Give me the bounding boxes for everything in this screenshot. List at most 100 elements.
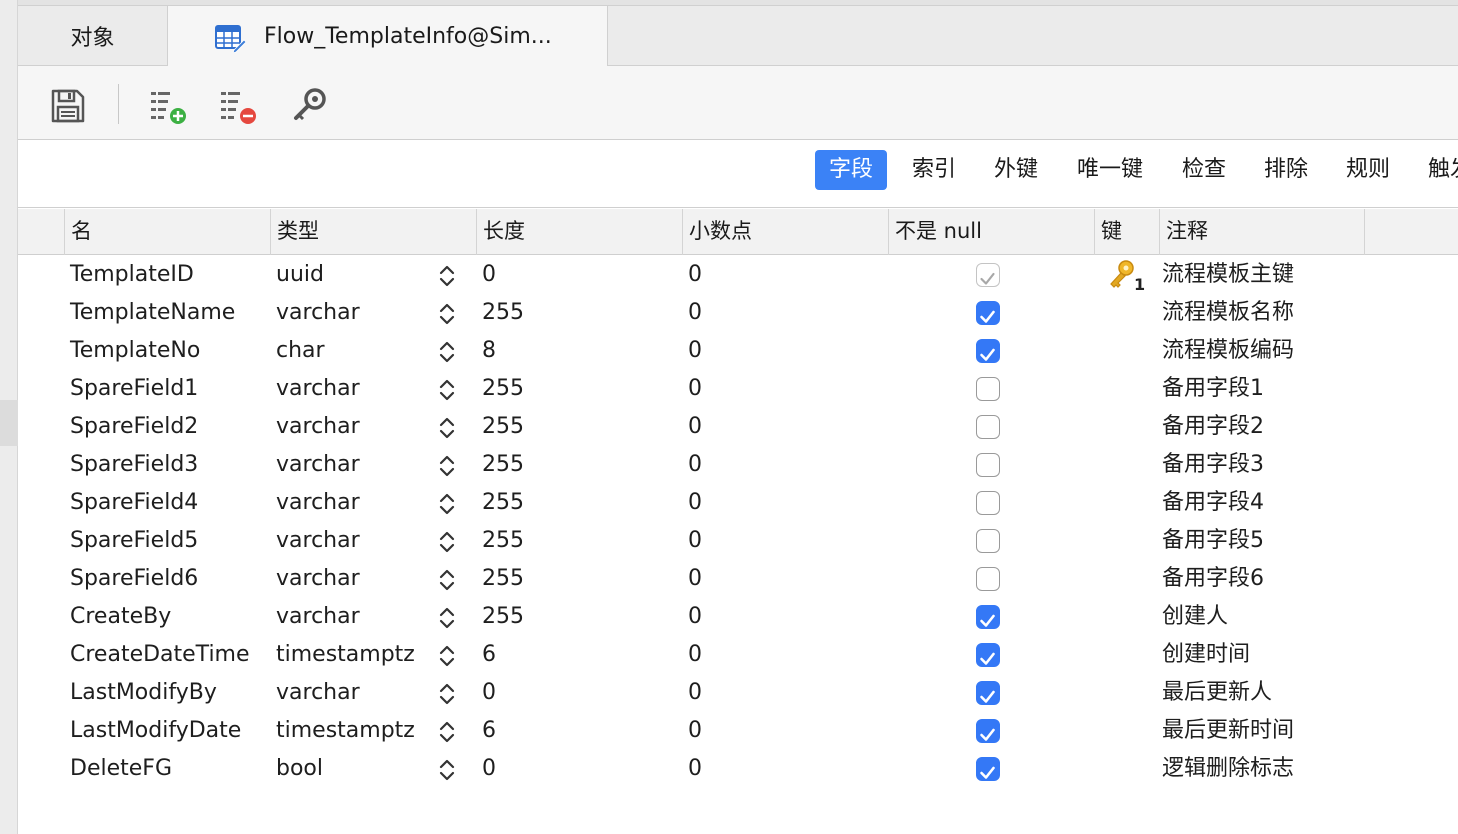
- field-name-cell[interactable]: DeleteFG: [70, 750, 172, 788]
- field-length-cell[interactable]: 255: [482, 446, 524, 484]
- not-null-checkbox[interactable]: [976, 719, 1000, 743]
- field-row[interactable]: SpareField6 varchar 255 0 备用字段6: [18, 560, 1458, 598]
- field-decimals-cell[interactable]: 0: [688, 712, 702, 750]
- not-null-checkbox[interactable]: [976, 529, 1000, 553]
- field-type-cell[interactable]: varchar: [276, 674, 360, 712]
- subtab-rules[interactable]: 规则: [1332, 150, 1404, 190]
- field-length-cell[interactable]: 6: [482, 712, 496, 750]
- field-comment-cell[interactable]: 流程模板主键: [1162, 256, 1294, 294]
- field-comment-cell[interactable]: 流程模板名称: [1162, 294, 1294, 332]
- type-stepper-icon[interactable]: [436, 491, 458, 517]
- type-stepper-icon[interactable]: [436, 453, 458, 479]
- field-comment-cell[interactable]: 备用字段1: [1162, 370, 1264, 408]
- subtab-fields[interactable]: 字段: [815, 150, 888, 190]
- field-decimals-cell[interactable]: 0: [688, 408, 702, 446]
- column-header-not-null[interactable]: 不是 null: [888, 209, 1094, 255]
- delete-field-icon[interactable]: [218, 86, 258, 126]
- column-header-key[interactable]: 键: [1094, 209, 1159, 255]
- field-decimals-cell[interactable]: 0: [688, 256, 702, 294]
- field-comment-cell[interactable]: 备用字段5: [1162, 522, 1264, 560]
- not-null-checkbox[interactable]: [976, 605, 1000, 629]
- type-stepper-icon[interactable]: [436, 339, 458, 365]
- subtab-indexes[interactable]: 索引: [898, 150, 970, 190]
- field-decimals-cell[interactable]: 0: [688, 560, 702, 598]
- field-name-cell[interactable]: SpareField3: [70, 446, 198, 484]
- field-row[interactable]: DeleteFG bool 0 0 逻辑删除标志: [18, 750, 1458, 788]
- field-name-cell[interactable]: SpareField6: [70, 560, 198, 598]
- type-stepper-icon[interactable]: [436, 415, 458, 441]
- not-null-checkbox[interactable]: [976, 491, 1000, 515]
- field-length-cell[interactable]: 255: [482, 598, 524, 636]
- field-type-cell[interactable]: varchar: [276, 408, 360, 446]
- field-length-cell[interactable]: 0: [482, 750, 496, 788]
- field-type-cell[interactable]: timestamptz: [276, 712, 415, 750]
- field-name-cell[interactable]: TemplateID: [70, 256, 194, 294]
- field-decimals-cell[interactable]: 0: [688, 484, 702, 522]
- type-stepper-icon[interactable]: [436, 605, 458, 631]
- type-stepper-icon[interactable]: [436, 301, 458, 327]
- not-null-checkbox[interactable]: [976, 681, 1000, 705]
- type-stepper-icon[interactable]: [436, 263, 458, 289]
- subtab-checks[interactable]: 检查: [1168, 150, 1240, 190]
- field-length-cell[interactable]: 255: [482, 560, 524, 598]
- field-length-cell[interactable]: 255: [482, 370, 524, 408]
- field-row[interactable]: LastModifyBy varchar 0 0 最后更新人: [18, 674, 1458, 712]
- field-comment-cell[interactable]: 逻辑删除标志: [1162, 750, 1294, 788]
- field-comment-cell[interactable]: 备用字段4: [1162, 484, 1264, 522]
- field-row[interactable]: SpareField5 varchar 255 0 备用字段5: [18, 522, 1458, 560]
- field-type-cell[interactable]: timestamptz: [276, 636, 415, 674]
- not-null-checkbox[interactable]: [976, 453, 1000, 477]
- field-row[interactable]: SpareField1 varchar 255 0 备用字段1: [18, 370, 1458, 408]
- field-type-cell[interactable]: varchar: [276, 560, 360, 598]
- field-row[interactable]: SpareField4 varchar 255 0 备用字段4: [18, 484, 1458, 522]
- not-null-checkbox[interactable]: [976, 757, 1000, 781]
- field-comment-cell[interactable]: 流程模板编码: [1162, 332, 1294, 370]
- type-stepper-icon[interactable]: [436, 757, 458, 783]
- column-header-name[interactable]: 名: [64, 209, 270, 255]
- column-header-decimals[interactable]: 小数点: [682, 209, 888, 255]
- field-row[interactable]: TemplateID uuid 0 0 1 流程模板主键: [18, 256, 1458, 294]
- field-name-cell[interactable]: CreateDateTime: [70, 636, 250, 674]
- subtab-unique-keys[interactable]: 唯一键: [1063, 150, 1157, 190]
- field-type-cell[interactable]: bool: [276, 750, 323, 788]
- field-name-cell[interactable]: SpareField5: [70, 522, 198, 560]
- field-comment-cell[interactable]: 备用字段3: [1162, 446, 1264, 484]
- field-type-cell[interactable]: varchar: [276, 598, 360, 636]
- field-decimals-cell[interactable]: 0: [688, 522, 702, 560]
- not-null-checkbox[interactable]: [976, 339, 1000, 363]
- type-stepper-icon[interactable]: [436, 529, 458, 555]
- field-comment-cell[interactable]: 备用字段2: [1162, 408, 1264, 446]
- field-length-cell[interactable]: 8: [482, 332, 496, 370]
- field-decimals-cell[interactable]: 0: [688, 598, 702, 636]
- field-row[interactable]: CreateDateTime timestamptz 6 0 创建时间: [18, 636, 1458, 674]
- type-stepper-icon[interactable]: [436, 643, 458, 669]
- field-length-cell[interactable]: 0: [482, 256, 496, 294]
- type-stepper-icon[interactable]: [436, 567, 458, 593]
- field-length-cell[interactable]: 255: [482, 294, 524, 332]
- field-name-cell[interactable]: LastModifyDate: [70, 712, 241, 750]
- field-length-cell[interactable]: 255: [482, 408, 524, 446]
- field-type-cell[interactable]: uuid: [276, 256, 324, 294]
- not-null-checkbox[interactable]: [976, 567, 1000, 591]
- column-header-comment[interactable]: 注释: [1159, 209, 1365, 255]
- field-comment-cell[interactable]: 备用字段6: [1162, 560, 1264, 598]
- field-type-cell[interactable]: char: [276, 332, 325, 370]
- field-decimals-cell[interactable]: 0: [688, 636, 702, 674]
- field-type-cell[interactable]: varchar: [276, 446, 360, 484]
- field-type-cell[interactable]: varchar: [276, 522, 360, 560]
- field-comment-cell[interactable]: 创建时间: [1162, 636, 1250, 674]
- field-comment-cell[interactable]: 最后更新人: [1162, 674, 1272, 712]
- type-stepper-icon[interactable]: [436, 377, 458, 403]
- field-row[interactable]: LastModifyDate timestamptz 6 0 最后更新时间: [18, 712, 1458, 750]
- field-name-cell[interactable]: LastModifyBy: [70, 674, 217, 712]
- field-name-cell[interactable]: SpareField1: [70, 370, 198, 408]
- field-comment-cell[interactable]: 创建人: [1162, 598, 1228, 636]
- not-null-checkbox[interactable]: [976, 263, 1000, 287]
- field-decimals-cell[interactable]: 0: [688, 446, 702, 484]
- field-decimals-cell[interactable]: 0: [688, 750, 702, 788]
- field-decimals-cell[interactable]: 0: [688, 674, 702, 712]
- column-header-type[interactable]: 类型: [270, 209, 476, 255]
- type-stepper-icon[interactable]: [436, 681, 458, 707]
- field-comment-cell[interactable]: 最后更新时间: [1162, 712, 1294, 750]
- field-row[interactable]: SpareField3 varchar 255 0 备用字段3: [18, 446, 1458, 484]
